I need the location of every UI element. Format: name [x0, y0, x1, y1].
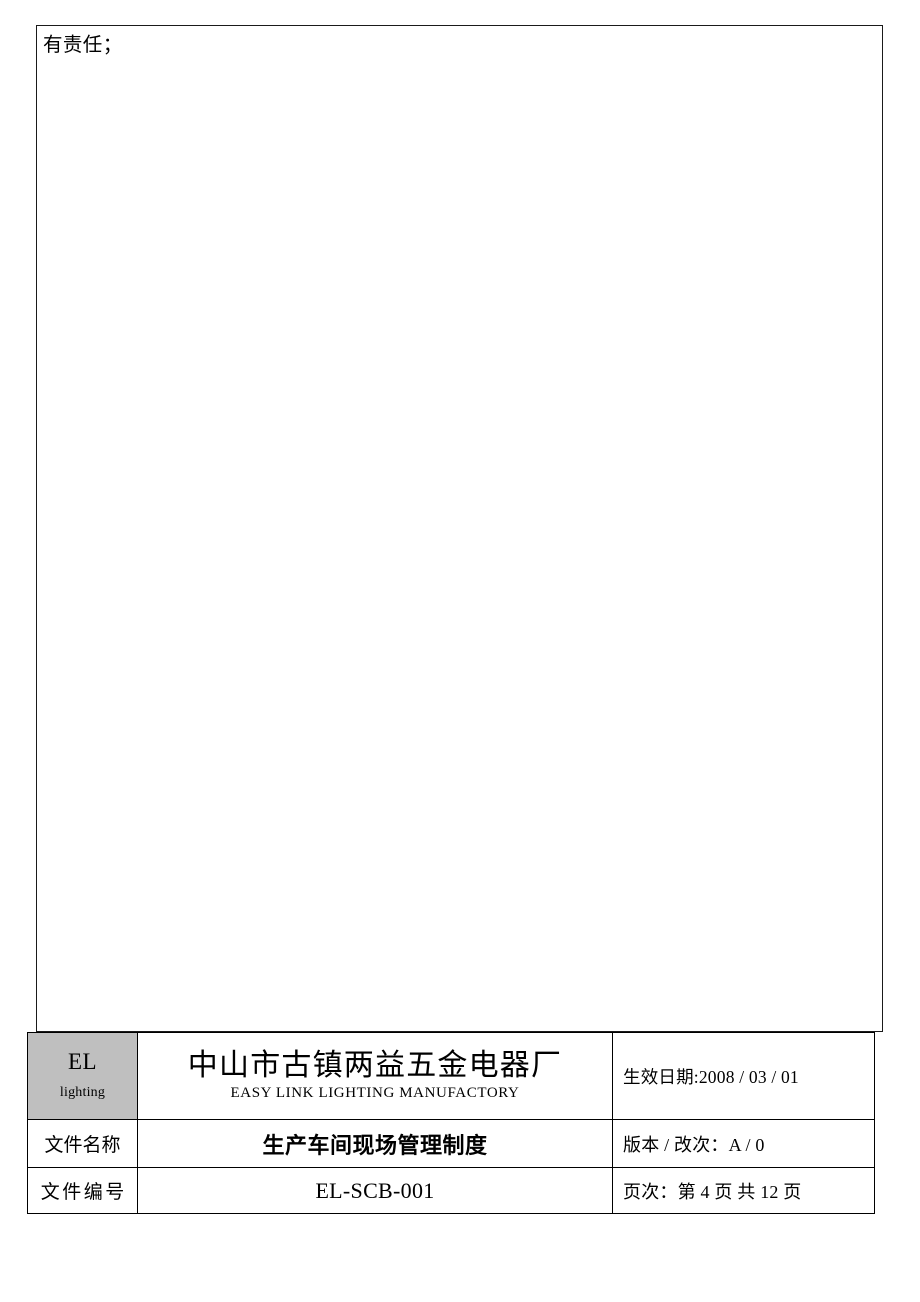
- document-number-label: 文件编号: [40, 1182, 127, 1203]
- company-name-chinese: 中山市古镇两益五金电器厂: [187, 1049, 563, 1083]
- effective-date-cell: 生效日期:2008 / 03 / 01: [612, 1032, 875, 1120]
- company-logo-cell: EL lighting: [27, 1032, 138, 1120]
- table-row: 文件编号 EL-SCB-001 页次：第 4 页 共 12 页: [27, 1167, 875, 1214]
- document-name-value: 生产车间现场管理制度: [262, 1132, 488, 1158]
- company-name-cell: 中山市古镇两益五金电器厂 EASY LINK LIGHTING MANUFACT…: [137, 1032, 613, 1120]
- version-revision-cell: 版本 / 改次：A / 0: [612, 1119, 875, 1168]
- effective-date-text: 生效日期:2008 / 03 / 01: [623, 1066, 799, 1087]
- company-name-english: EASY LINK LIGHTING MANUFACTORY: [230, 1084, 520, 1101]
- document-number-label-cell: 文件编号: [27, 1167, 138, 1214]
- version-revision-text: 版本 / 改次：A / 0: [623, 1134, 765, 1155]
- content-paragraph: 有责任；: [43, 35, 123, 56]
- logo-tagline-text: lighting: [59, 1084, 106, 1100]
- document-number-value-cell: EL-SCB-001: [137, 1167, 613, 1214]
- table-row: EL lighting 中山市古镇两益五金电器厂 EASY LINK LIGHT…: [27, 1032, 875, 1120]
- logo-brand-text: EL: [67, 1049, 98, 1075]
- document-number-value: EL-SCB-001: [315, 1177, 435, 1203]
- document-name-value-cell: 生产车间现场管理制度: [137, 1119, 613, 1168]
- document-body: 有责任；: [37, 26, 882, 60]
- page-number-cell: 页次：第 4 页 共 12 页: [612, 1167, 875, 1214]
- document-footer-table: EL lighting 中山市古镇两益五金电器厂 EASY LINK LIGHT…: [27, 1032, 875, 1214]
- document-name-label: 文件名称: [44, 1135, 121, 1156]
- table-row: 文件名称 生产车间现场管理制度 版本 / 改次：A / 0: [27, 1119, 875, 1168]
- document-content-frame: 有责任；: [36, 25, 883, 1032]
- page-number-text: 页次：第 4 页 共 12 页: [623, 1181, 802, 1202]
- document-name-label-cell: 文件名称: [27, 1119, 138, 1168]
